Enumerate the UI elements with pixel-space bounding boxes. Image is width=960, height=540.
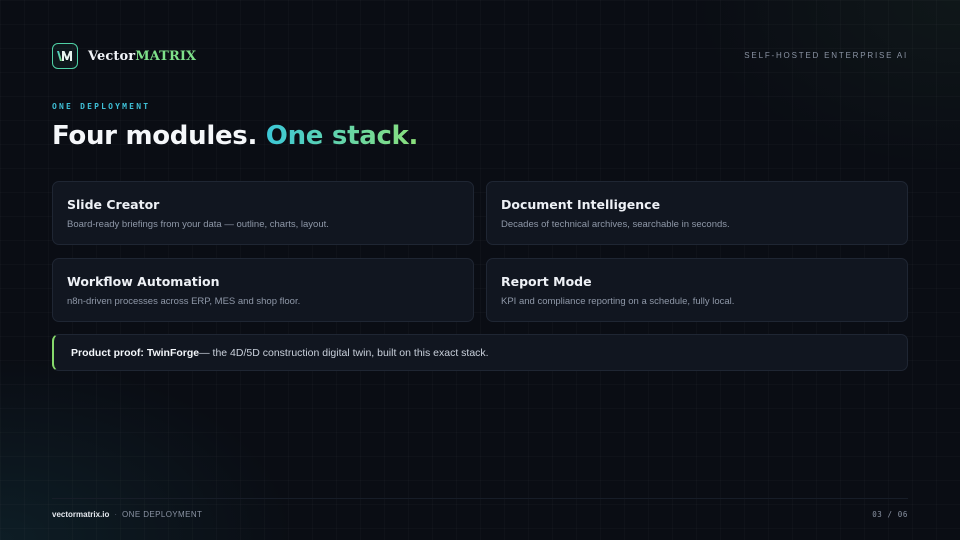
module-title: Document Intelligence [501, 197, 661, 212]
footer-left: vectormatrix.io · ONE DEPLOYMENT [52, 510, 202, 519]
headline-plain: Four modules. [52, 121, 258, 151]
module-card-report-mode: Report Mode KPI and compliance reporting… [486, 258, 908, 322]
module-card-workflow-automation: Workflow Automation n8n-driven processes… [52, 258, 474, 322]
brand-prefix: Vector [88, 48, 136, 64]
brand-name: VectorMATRIX [88, 49, 196, 64]
tagline: SELF-HOSTED ENTERPRISE AI [744, 51, 908, 60]
module-card-slide-creator: Slide Creator Board-ready briefings from… [52, 181, 474, 245]
product-proof-callout: Product proof: TwinForge — the 4D/5D con… [52, 334, 908, 371]
brand-accent: MATRIX [135, 48, 197, 64]
slide: VectorMATRIX SELF-HOSTED ENTERPRISE AI O… [0, 0, 960, 540]
footer-section: ONE DEPLOYMENT [122, 510, 203, 519]
eyebrow-label: ONE DEPLOYMENT [52, 102, 151, 111]
proof-text: — the 4D/5D construction digital twin, b… [199, 346, 489, 359]
footer-site-link[interactable]: vectormatrix.io [52, 510, 109, 519]
module-description: n8n-driven processes across ERP, MES and… [67, 296, 301, 307]
proof-label: Product proof: TwinForge [71, 346, 200, 359]
page-number: 03 / 06 [872, 510, 908, 519]
headline-accent: One stack. [265, 121, 419, 151]
footer-separator: · [114, 510, 118, 519]
module-title: Slide Creator [67, 197, 160, 212]
vm-logo-icon [52, 43, 78, 69]
footer-divider [52, 498, 908, 499]
module-description: Board-ready briefings from your data — o… [67, 219, 329, 230]
brand: VectorMATRIX [52, 42, 196, 70]
module-title: Report Mode [501, 274, 592, 289]
module-card-document-intelligence: Document Intelligence Decades of technic… [486, 181, 908, 245]
module-description: Decades of technical archives, searchabl… [501, 219, 730, 230]
module-description: KPI and compliance reporting on a schedu… [501, 296, 735, 307]
module-title: Workflow Automation [67, 274, 220, 289]
page-title: Four modules. One stack. [52, 121, 418, 151]
